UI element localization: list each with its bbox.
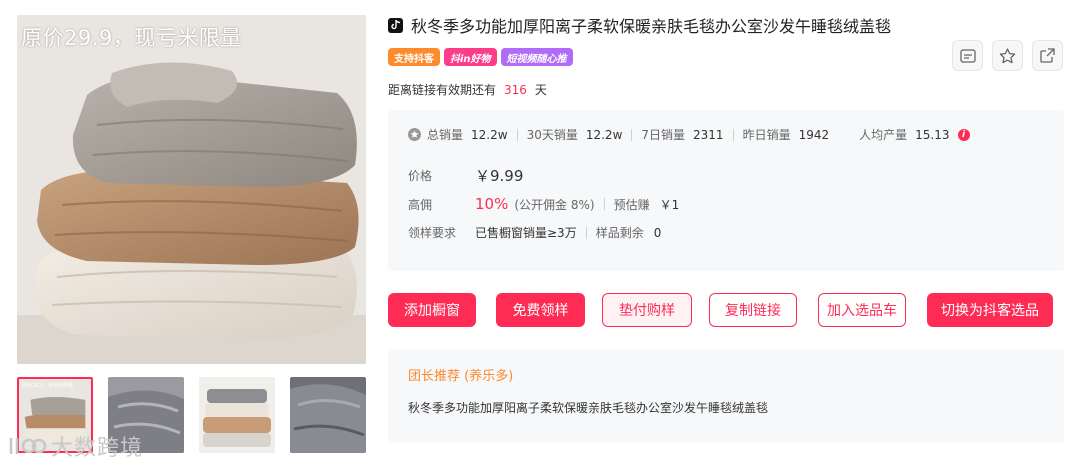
price-row: 价格 ￥9.99 [408, 165, 523, 186]
leader-recommendation-panel: 团长推荐 (养乐多) 秋冬季多功能加厚阳离子柔软保暖亲肤毛毯办公室沙发午睡毯绒盖… [388, 349, 1064, 443]
commission-rate: 10% [475, 195, 509, 213]
commission-label: 高佣 [408, 197, 433, 212]
card-button[interactable] [952, 40, 983, 71]
divider [732, 128, 734, 141]
price-label: 价格 [408, 169, 433, 183]
recommendation-text: 秋冬季多功能加厚阳离子柔软保暖亲肤毛毯办公室沙发午睡毯绒盖毯 [408, 401, 769, 415]
validity-suffix: 天 [534, 83, 547, 97]
remaining-label: 样品剩余 [595, 226, 644, 240]
watermark: 大数跨境 [7, 429, 143, 463]
product-tags: 支持抖客 抖in好物 短视频随心推 [388, 48, 573, 66]
favorite-button[interactable] [992, 40, 1023, 71]
total-sales-label: 总销量 [427, 128, 464, 142]
validity-days: 316 [504, 83, 527, 97]
add-to-cart-button[interactable]: 加入选品车 [818, 293, 906, 327]
free-sample-button[interactable]: 免费领样 [496, 293, 585, 327]
sales-7d-value: 2311 [693, 127, 724, 142]
sales-yesterday-label: 昨日销量 [742, 128, 791, 142]
watermark-text: 大数跨境 [51, 436, 144, 461]
sales-star-icon [408, 128, 421, 141]
watermark-logo-icon [9, 438, 47, 454]
divider [585, 226, 587, 239]
card-icon [959, 48, 976, 63]
thumbnail-4[interactable] [290, 377, 366, 453]
image-overlay-text: 原价29.9，现亏米限量 [21, 26, 242, 50]
thumbnail-3-image [199, 377, 275, 453]
thumbnail-3[interactable] [199, 377, 275, 453]
link-validity: 距离链接有效期还有 316 天 [388, 81, 547, 98]
sample-row: 领样要求 已售橱窗销量≥3万 样品剩余 0 [408, 224, 661, 241]
sales-7d-label: 7日销量 [641, 128, 686, 142]
commission-row: 高佣 10% (公开佣金 8%) 预估赚 ￥1 [408, 195, 679, 213]
sales-stats-row: 总销量 12.2w 30天销量 12.2w 7日销量 2311 昨日销量 194… [408, 126, 970, 143]
thumbnail-1-overlay-text: 原价29.9，现亏米限量 [22, 383, 74, 389]
tiktok-icon [388, 17, 403, 33]
copy-link-button[interactable]: 复制链接 [709, 293, 797, 327]
per-capita-label: 人均产量 [859, 128, 908, 142]
stats-panel: 总销量 12.2w 30天销量 12.2w 7日销量 2311 昨日销量 194… [388, 110, 1064, 271]
star-icon [999, 47, 1016, 63]
main-product-image: 原价29.9，现亏米限量 [17, 15, 366, 364]
tag-support-doukee: 支持抖客 [388, 48, 440, 66]
sample-label: 领样要求 [408, 226, 457, 240]
recommendation-title: 团长推荐 (养乐多) [408, 369, 514, 384]
advance-buy-sample-button[interactable]: 垫付购样 [602, 293, 692, 327]
per-capita-value: 15.13 [915, 127, 950, 142]
estimated-value: ￥1 [659, 197, 680, 212]
thumbnail-4-image [290, 377, 366, 453]
tag-douin-goods: 抖in好物 [444, 48, 497, 66]
product-title-row: 秋冬季多功能加厚阳离子柔软保暖亲肤毛毯办公室沙发午睡毯绒盖毯 [388, 13, 891, 37]
price-value: ￥9.99 [475, 167, 524, 185]
add-showcase-button[interactable]: 添加橱窗 [388, 293, 476, 327]
total-sales-value: 12.2w [471, 127, 508, 142]
product-title: 秋冬季多功能加厚阳离子柔软保暖亲肤毛毯办公室沙发午睡毯绒盖毯 [411, 17, 892, 36]
validity-prefix: 距离链接有效期还有 [388, 83, 497, 97]
sales-30d-label: 30天销量 [526, 128, 578, 142]
estimated-label: 预估赚 [613, 197, 650, 212]
sales-yesterday-value: 1942 [798, 127, 830, 142]
divider [603, 198, 605, 210]
sales-30d-value: 12.2w [585, 127, 623, 142]
top-action-buttons [952, 40, 1063, 71]
share-icon [1040, 48, 1055, 63]
divider [631, 128, 633, 141]
switch-doukee-button[interactable]: 切换为抖客选品 [927, 293, 1053, 327]
share-button[interactable] [1032, 40, 1063, 71]
public-commission: (公开佣金 8%) [514, 197, 595, 212]
tag-short-video-promo: 短视频随心推 [500, 48, 573, 66]
divider [516, 128, 518, 141]
info-icon[interactable]: i [957, 128, 970, 141]
blanket-illustration [17, 15, 366, 364]
remaining-value: 0 [653, 225, 662, 240]
sample-requirement: 已售橱窗销量≥3万 [475, 226, 577, 240]
